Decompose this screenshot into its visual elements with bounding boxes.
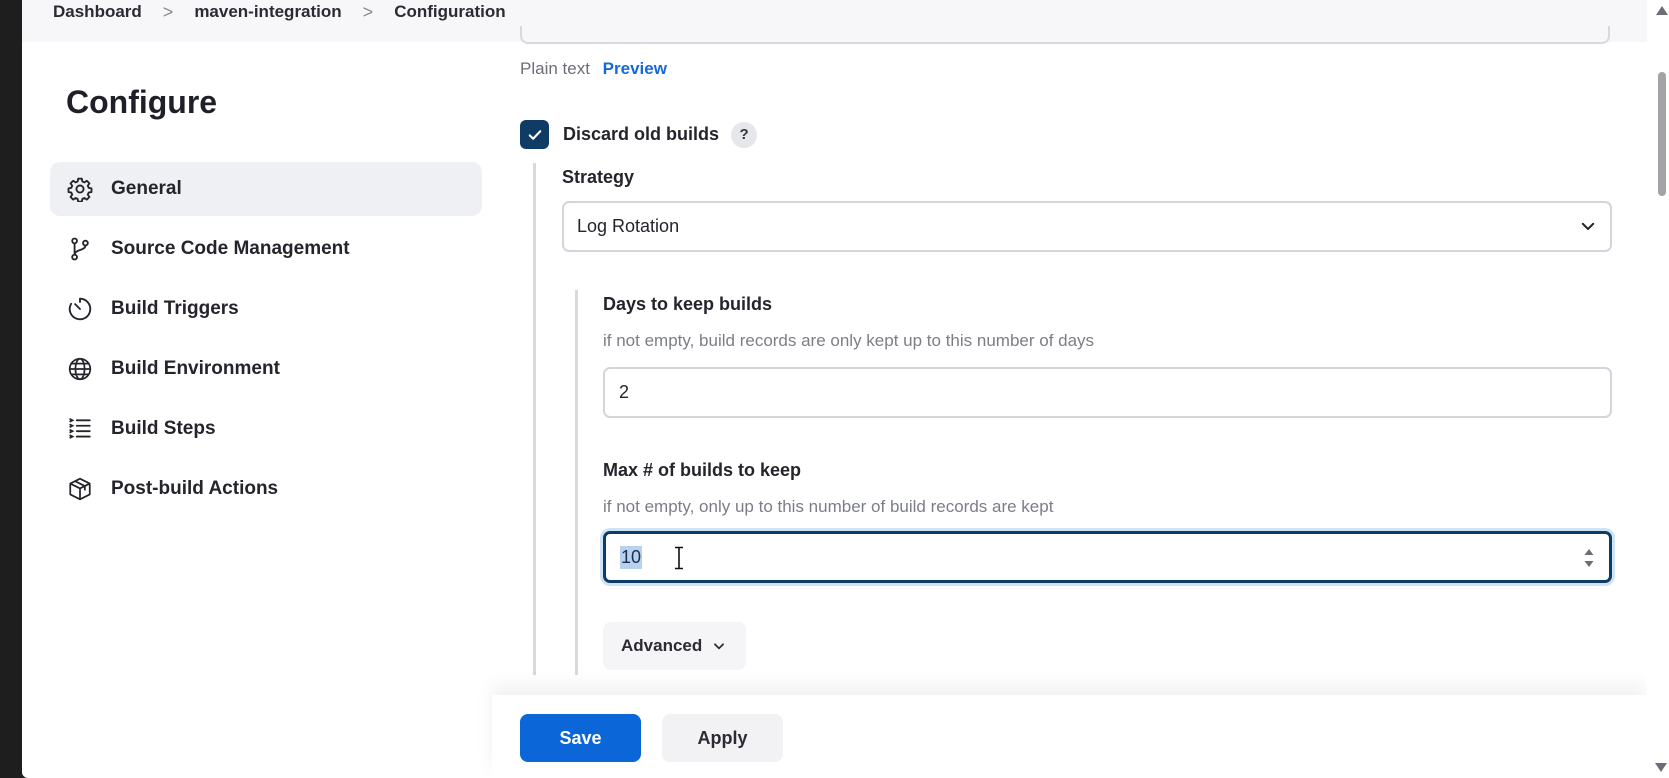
discard-old-builds-label[interactable]: Discard old builds [563,124,719,145]
advanced-button[interactable]: Advanced [603,622,746,670]
subsection-indent-bar [575,290,578,675]
breadcrumb-separator: > [162,2,174,22]
sidebar-item-label: Source Code Management [111,238,350,259]
list-steps-icon [66,415,94,443]
description-field-edge[interactable] [520,26,1610,44]
git-branch-icon [66,235,94,263]
number-spinner-icon[interactable] [1583,547,1595,574]
advanced-label: Advanced [621,636,703,655]
max-builds-input[interactable]: 10 [603,531,1612,583]
max-builds-value: 10 [620,545,643,569]
scroll-up-arrow-icon[interactable] [1656,2,1668,20]
package-icon [66,475,94,503]
preview-link[interactable]: Preview [603,59,667,78]
breadcrumb-project[interactable]: maven-integration [194,2,341,22]
page-title: Configure [66,84,218,120]
timer-icon [66,295,94,323]
sidebar-item-label: General [111,178,182,199]
days-to-keep-hint: if not empty, build records are only kep… [603,331,1095,350]
discard-old-builds-row: Discard old builds ? [520,120,758,149]
sidebar-item-build-environment[interactable]: Build Environment [50,342,482,396]
sidebar-item-general[interactable]: General [50,162,482,216]
strategy-selected-value: Log Rotation [577,216,680,236]
globe-icon [66,355,94,383]
sidebar-item-label: Build Triggers [111,298,239,319]
text-cursor-icon [672,546,686,575]
breadcrumb-dashboard[interactable]: Dashboard [53,2,142,22]
markup-format-row: Plain text Preview [520,59,667,79]
sidebar-nav: General Source Code Management Build Tri… [50,162,482,522]
sidebar-item-build-triggers[interactable]: Build Triggers [50,282,482,336]
help-button[interactable]: ? [731,121,758,148]
days-to-keep-value: 2 [619,382,630,402]
discard-old-builds-checkbox[interactable] [520,120,549,149]
breadcrumb-configuration[interactable]: Configuration [394,2,505,22]
max-builds-hint: if not empty, only up to this number of … [603,497,1054,516]
plain-text-label: Plain text [520,59,590,78]
chevron-down-icon [714,643,725,650]
save-button[interactable]: Save [520,714,641,762]
scrollbar-thumb[interactable] [1658,72,1666,196]
sidebar-item-label: Post-build Actions [111,478,279,499]
sidebar-item-post-build-actions[interactable]: Post-build Actions [50,462,482,516]
days-to-keep-label: Days to keep builds [603,294,773,314]
scroll-down-arrow-icon[interactable] [1655,759,1667,777]
sidebar-item-label: Build Environment [111,358,280,379]
chevron-down-icon [1579,217,1597,240]
strategy-select[interactable]: Log Rotation [562,201,1612,252]
max-builds-label: Max # of builds to keep [603,460,802,480]
gear-icon [66,175,94,203]
sidebar-item-build-steps[interactable]: Build Steps [50,402,482,456]
days-to-keep-input[interactable]: 2 [603,367,1612,418]
page: Dashboard > maven-integration > Configur… [22,0,1669,778]
apply-button[interactable]: Apply [662,714,783,762]
check-icon [528,129,541,140]
breadcrumb-separator: > [362,2,374,22]
sidebar-item-label: Build Steps [111,418,216,439]
section-indent-bar [533,163,536,675]
sidebar-item-source-code-management[interactable]: Source Code Management [50,222,482,276]
strategy-label: Strategy [562,167,635,187]
